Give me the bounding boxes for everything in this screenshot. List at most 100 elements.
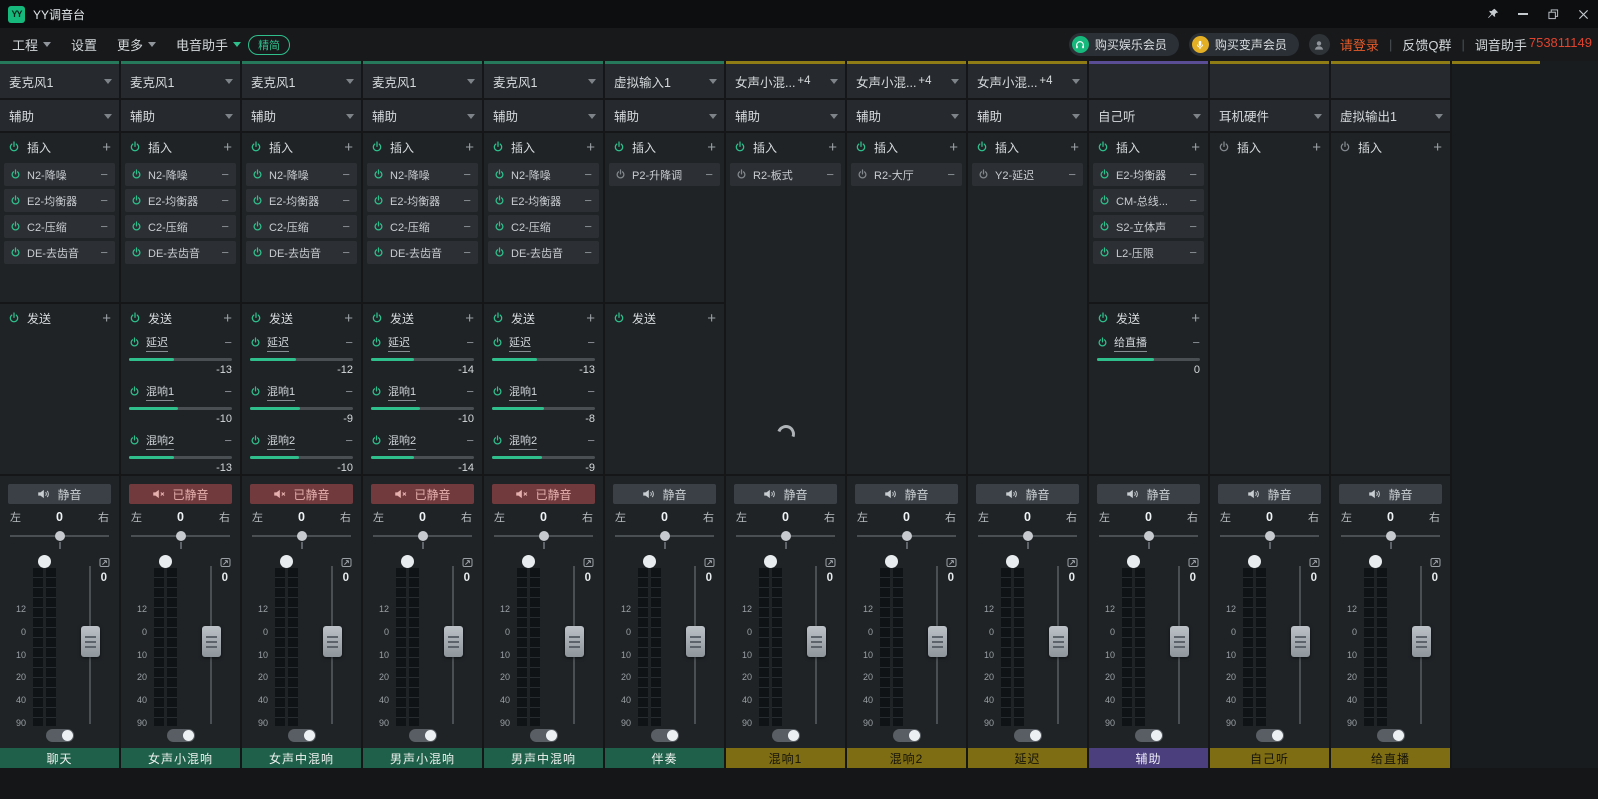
peak-indicator[interactable] [522,555,535,568]
peak-indicator[interactable] [764,555,777,568]
power-icon[interactable] [1099,195,1110,206]
power-icon[interactable] [250,435,261,446]
insert-plugin[interactable]: E2-均衡器− [488,189,599,212]
power-icon[interactable] [613,141,625,153]
power-icon[interactable] [371,312,383,324]
pan-handle[interactable] [539,531,549,541]
send-level-slider[interactable] [250,407,353,410]
volume-fader[interactable] [573,566,575,724]
power-icon[interactable] [371,141,383,153]
mute-button[interactable]: 静音 [1218,484,1321,504]
power-icon[interactable] [855,141,867,153]
insert-plugin[interactable]: C2-压缩− [4,215,115,238]
fader-handle[interactable] [1412,626,1431,657]
expand-icon[interactable] [583,555,594,573]
mute-button[interactable]: 静音 [8,484,111,504]
peak-indicator[interactable] [1127,555,1140,568]
add-insert-button[interactable]: + [1312,140,1321,155]
collapse-icon[interactable]: − [224,336,232,349]
send-name[interactable]: 混响1 [388,383,416,401]
insert-plugin[interactable]: E2-均衡器− [246,189,357,212]
add-insert-button[interactable]: + [223,140,232,155]
send-level-slider[interactable] [371,407,474,410]
add-send-button[interactable]: + [707,311,716,326]
input-selector[interactable]: 麦克风1 [484,64,603,100]
pan-handle[interactable] [297,531,307,541]
collapse-icon[interactable]: − [345,336,353,349]
expand-icon[interactable] [99,555,110,573]
expand-icon[interactable] [825,555,836,573]
bus-selector[interactable]: 辅助 [726,100,845,133]
add-insert-button[interactable]: + [1433,140,1442,155]
collapse-icon[interactable]: − [587,434,595,447]
input-selector[interactable]: 女声小混... +4 [968,64,1087,100]
pin-button[interactable] [1478,0,1508,28]
insert-plugin[interactable]: E2-均衡器− [4,189,115,212]
remove-icon[interactable]: − [705,168,713,181]
pan-handle[interactable] [660,531,670,541]
input-selector[interactable] [1331,64,1450,100]
collapse-icon[interactable]: − [224,385,232,398]
power-icon[interactable] [1097,141,1109,153]
bus-selector[interactable]: 辅助 [484,100,603,133]
power-icon[interactable] [492,337,503,348]
insert-plugin[interactable]: Y2-延迟− [972,163,1083,186]
peak-indicator[interactable] [159,555,172,568]
send-name[interactable]: 混响2 [509,432,537,450]
power-icon[interactable] [494,195,505,206]
pan-handle[interactable] [902,531,912,541]
menu-project[interactable]: 工程 [12,35,51,54]
send-name[interactable]: 混响1 [267,383,295,401]
add-insert-button[interactable]: + [344,140,353,155]
power-icon[interactable] [129,435,140,446]
power-icon[interactable] [131,169,142,180]
insert-plugin[interactable]: E2-均衡器− [367,189,478,212]
fader-handle[interactable] [1049,626,1068,657]
insert-plugin[interactable]: DE-去齿音− [367,241,478,264]
send-name[interactable]: 给直播 [1114,334,1147,352]
power-icon[interactable] [1339,141,1351,153]
mute-button[interactable]: 静音 [855,484,958,504]
power-icon[interactable] [373,221,384,232]
power-icon[interactable] [252,221,263,232]
power-icon[interactable] [252,247,263,258]
expand-icon[interactable] [946,555,957,573]
power-icon[interactable] [8,141,20,153]
send-name[interactable]: 延迟 [146,334,168,352]
remove-icon[interactable]: − [1189,246,1197,259]
send-name[interactable]: 混响2 [388,432,416,450]
pan-slider[interactable] [373,528,472,552]
remove-icon[interactable]: − [463,194,471,207]
peak-indicator[interactable] [1369,555,1382,568]
pan-handle[interactable] [1144,531,1154,541]
send-level-slider[interactable] [1097,358,1200,361]
fader-handle[interactable] [81,626,100,657]
pan-slider[interactable] [978,528,1077,552]
peak-indicator[interactable] [280,555,293,568]
pan-slider[interactable] [1099,528,1198,552]
add-send-button[interactable]: + [586,311,595,326]
remove-icon[interactable]: − [463,246,471,259]
expand-icon[interactable] [1309,555,1320,573]
pan-slider[interactable] [494,528,593,552]
insert-plugin[interactable]: DE-去齿音− [125,241,236,264]
power-icon[interactable] [250,386,261,397]
collapse-icon[interactable]: − [345,434,353,447]
remove-icon[interactable]: − [342,220,350,233]
power-icon[interactable] [250,141,262,153]
volume-fader[interactable] [1178,566,1180,724]
channel-enable-toggle[interactable] [167,729,195,742]
collapse-icon[interactable]: − [587,385,595,398]
insert-plugin[interactable]: C2-压缩− [125,215,236,238]
insert-plugin[interactable]: N2-降噪− [125,163,236,186]
input-selector[interactable]: 麦克风1 [242,64,361,100]
minimize-button[interactable] [1508,0,1538,28]
send-level-slider[interactable] [371,358,474,361]
insert-plugin[interactable]: C2-压缩− [246,215,357,238]
add-insert-button[interactable]: + [465,140,474,155]
peak-indicator[interactable] [1006,555,1019,568]
peak-indicator[interactable] [1248,555,1261,568]
add-insert-button[interactable]: + [949,140,958,155]
insert-plugin[interactable]: C2-压缩− [367,215,478,238]
mute-button[interactable]: 静音 [613,484,716,504]
